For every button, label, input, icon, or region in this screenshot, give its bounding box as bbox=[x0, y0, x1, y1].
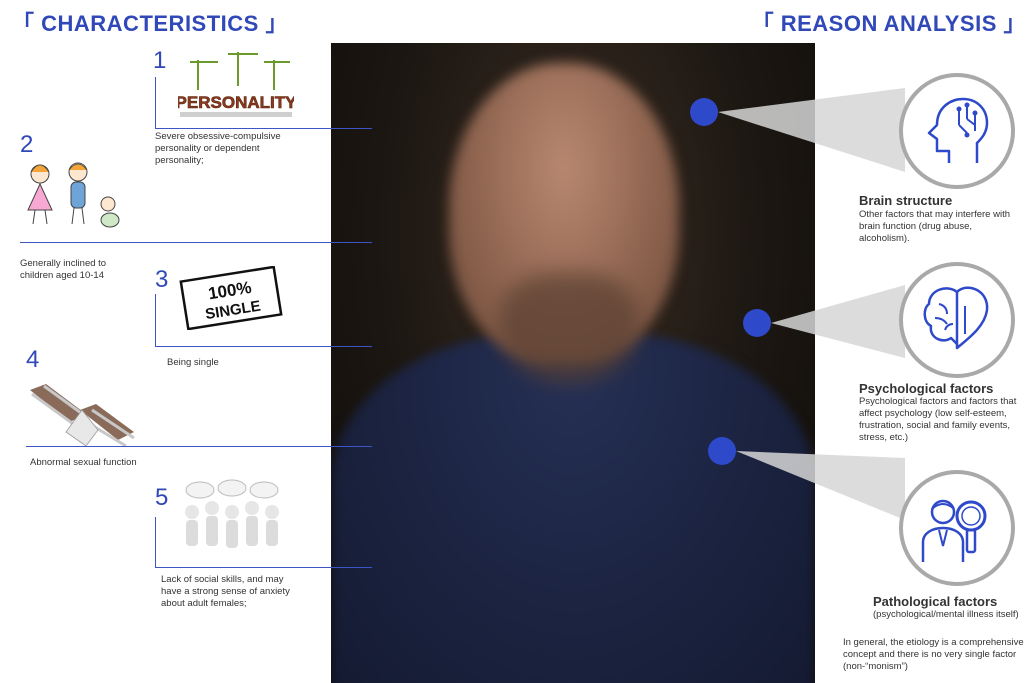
brain-circuit-head-icon bbox=[927, 97, 989, 163]
characteristic-4-number: 4 bbox=[26, 346, 40, 373]
psychological-factors-text: Psychological factors and factors that a… bbox=[859, 396, 1017, 443]
characteristic-3-description: Being single bbox=[167, 357, 219, 368]
connector-3-horizontal bbox=[155, 346, 372, 347]
connector-2-horizontal bbox=[20, 242, 372, 243]
characteristic-2-description: Generally inclined to children aged 10-1… bbox=[20, 258, 107, 281]
psychological-factors-circle bbox=[899, 262, 1015, 378]
connector-3-vertical bbox=[155, 294, 156, 346]
characteristic-3-number: 3 bbox=[155, 266, 169, 293]
connector-1-vertical bbox=[155, 77, 156, 128]
children-drawing-image bbox=[27, 162, 120, 228]
characteristics-title: 「 CHARACTERISTICS 」 bbox=[12, 11, 288, 36]
connector-5-horizontal bbox=[155, 567, 372, 568]
conclusion-text: In general, the etiology is a comprehens… bbox=[843, 637, 1024, 672]
100-percent-single-image: 100% SINGLE bbox=[179, 266, 283, 330]
connector-5-vertical bbox=[155, 517, 156, 567]
brain-structure-circle bbox=[899, 73, 1015, 189]
broken-rail-track-image bbox=[30, 384, 135, 448]
characteristic-1-number: 1 bbox=[153, 47, 167, 74]
reason-analysis-title: 「 REASON ANALYSIS 」 bbox=[751, 11, 1026, 36]
characteristic-2-number: 2 bbox=[20, 131, 34, 158]
pathological-factors-marker-dot bbox=[708, 437, 736, 465]
brain-structure-text: Other factors that may interfere with br… bbox=[859, 209, 1011, 244]
crowd-figures-image bbox=[185, 479, 279, 548]
characteristic-5-number: 5 bbox=[155, 484, 169, 511]
connector-1-horizontal bbox=[155, 128, 372, 129]
blurred-portrait-photo bbox=[331, 43, 815, 683]
personality-image-text: PERSONALITY bbox=[178, 93, 294, 112]
characteristic-5-description: Lack of social skills, and may have a st… bbox=[161, 574, 290, 609]
brain-structure-marker-dot bbox=[690, 98, 718, 126]
shirt-shape bbox=[331, 333, 815, 683]
brain-structure-title: Brain structure bbox=[859, 193, 953, 208]
doctor-magnifier-icon bbox=[921, 499, 987, 562]
brain-heart-icon bbox=[923, 286, 989, 350]
connector-4-horizontal bbox=[26, 446, 372, 447]
beard-shape bbox=[499, 273, 639, 383]
personality-image: PERSONALITY bbox=[178, 52, 294, 117]
psychological-factors-marker-dot bbox=[743, 309, 771, 337]
pathological-factors-title: Pathological factors bbox=[873, 594, 998, 609]
psychological-factors-title: Psychological factors bbox=[859, 381, 994, 396]
characteristic-1-description: Severe obsessive-compulsive personality … bbox=[155, 131, 281, 166]
characteristic-4-description: Abnormal sexual function bbox=[30, 457, 137, 468]
pathological-factors-circle bbox=[899, 470, 1015, 586]
pathological-factors-text: (psychological/mental illness itself) bbox=[873, 609, 1019, 620]
